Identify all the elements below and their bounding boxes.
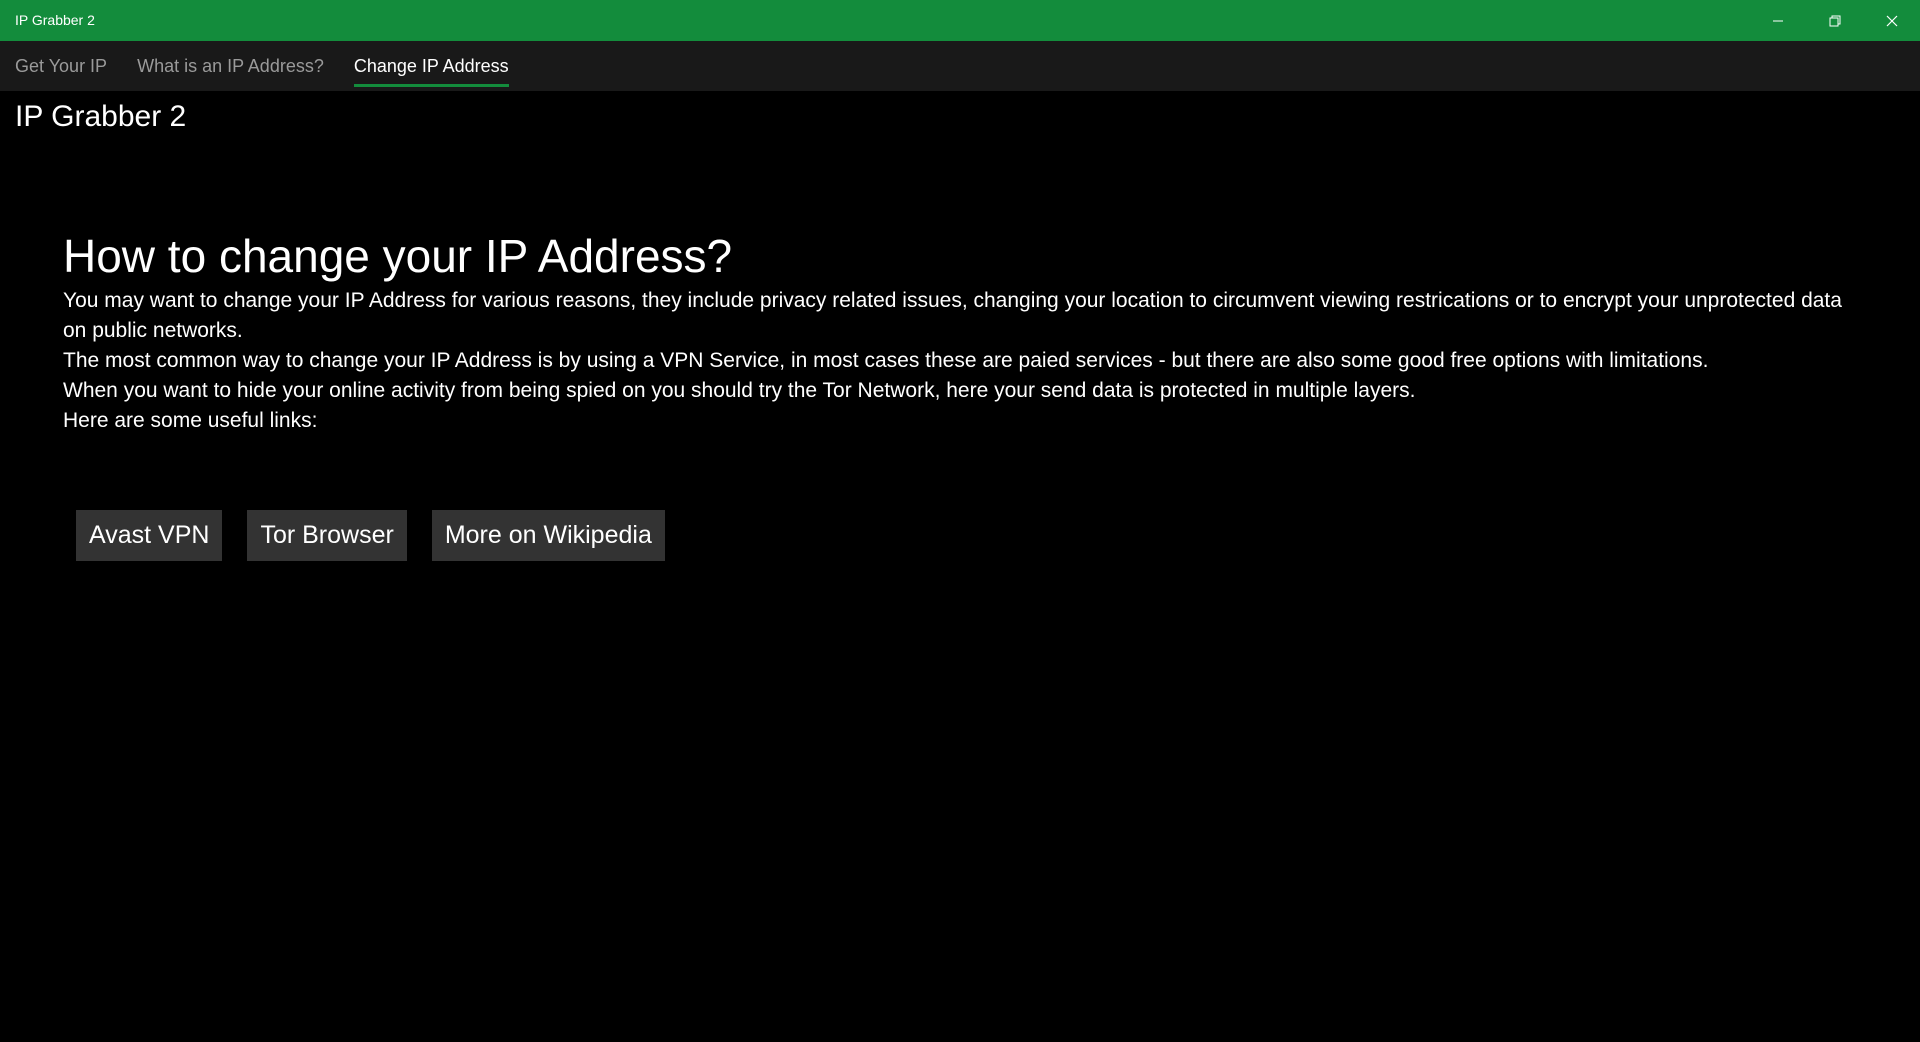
app-window: IP Grabber 2 Get Your IP What is an IP A… bbox=[0, 0, 1920, 1042]
nav-tabs: Get Your IP What is an IP Address? Chang… bbox=[15, 41, 539, 91]
tab-change-ip-address[interactable]: Change IP Address bbox=[353, 41, 509, 91]
minimize-icon bbox=[1772, 20, 1783, 21]
restore-button[interactable] bbox=[1806, 0, 1863, 41]
app-title: IP Grabber 2 bbox=[15, 100, 187, 133]
close-button[interactable] bbox=[1863, 0, 1920, 41]
title-bar[interactable]: IP Grabber 2 bbox=[0, 0, 1920, 41]
minimize-button[interactable] bbox=[1749, 0, 1806, 41]
paragraph-tor: When you want to hide your online activi… bbox=[63, 379, 1416, 402]
window-title: IP Grabber 2 bbox=[15, 12, 95, 28]
close-icon bbox=[1886, 15, 1897, 26]
paragraph-reasons: You may want to change your IP Address f… bbox=[63, 289, 1842, 342]
page-heading: How to change your IP Address? bbox=[63, 230, 733, 282]
tab-get-your-ip[interactable]: Get Your IP bbox=[15, 41, 107, 91]
paragraph-vpn: The most common way to change your IP Ad… bbox=[63, 349, 1709, 372]
tor-browser-button[interactable]: Tor Browser bbox=[247, 510, 407, 561]
body-text: You may want to change your IP Address f… bbox=[63, 286, 1843, 436]
paragraph-useful-links: Here are some useful links: bbox=[63, 409, 318, 432]
tab-what-is-an-ip-address[interactable]: What is an IP Address? bbox=[137, 41, 324, 91]
link-buttons: Avast VPN Tor Browser More on Wikipedia bbox=[76, 510, 690, 561]
window-controls bbox=[1749, 0, 1920, 41]
avast-vpn-button[interactable]: Avast VPN bbox=[76, 510, 223, 561]
nav-bar: Get Your IP What is an IP Address? Chang… bbox=[0, 41, 1920, 91]
more-on-wikipedia-button[interactable]: More on Wikipedia bbox=[431, 510, 665, 561]
main-content: How to change your IP Address? You may w… bbox=[63, 228, 1843, 436]
restore-icon bbox=[1829, 15, 1840, 26]
